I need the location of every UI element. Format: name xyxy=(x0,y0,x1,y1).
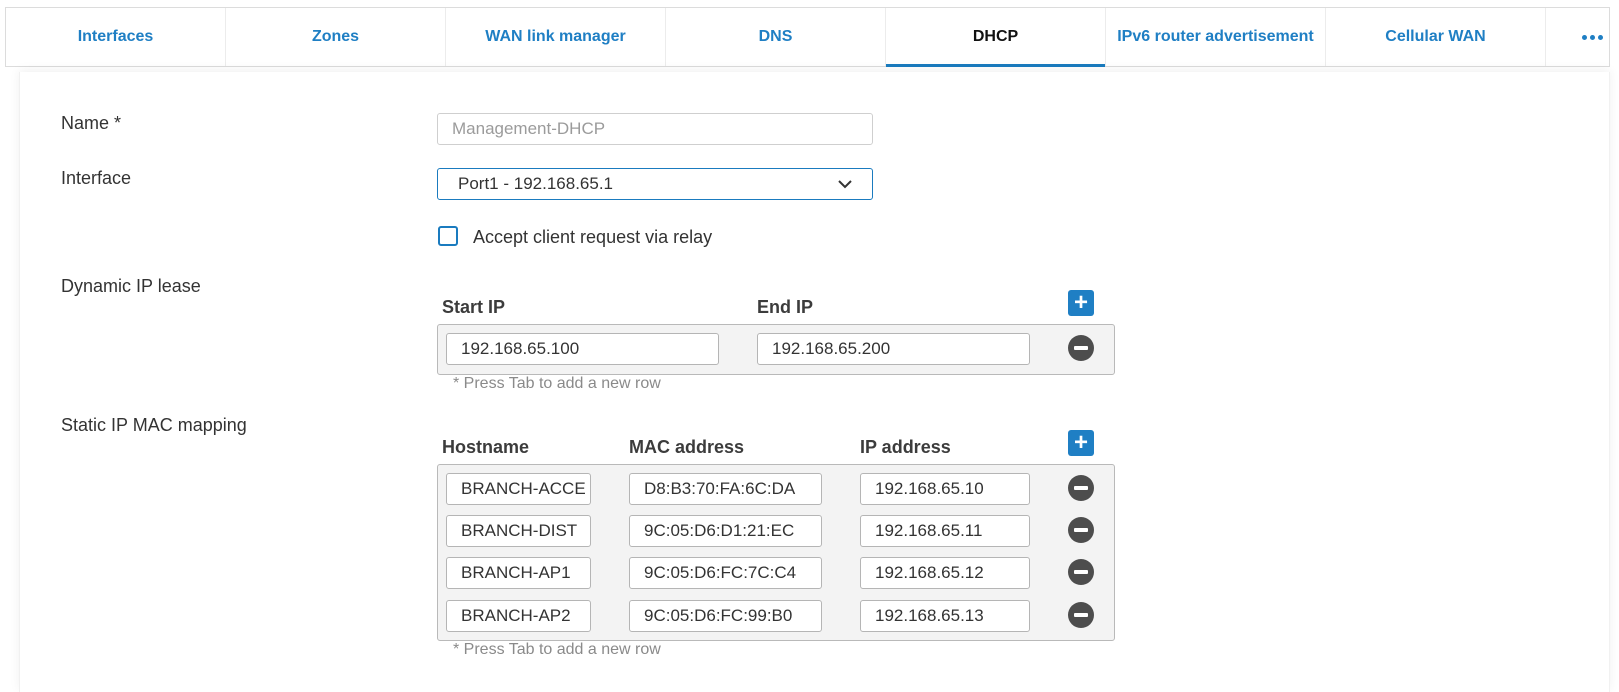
more-horizontal-icon xyxy=(1582,34,1603,40)
ip-address-field[interactable]: 192.168.65.11 xyxy=(860,515,1030,547)
interface-select-value: Port1 - 192.168.65.1 xyxy=(458,174,614,193)
mac-address-field[interactable]: 9C:05:D6:FC:7C:C4 xyxy=(629,557,822,589)
ip-address-field[interactable]: 192.168.65.12 xyxy=(860,557,1030,589)
hostname-header: Hostname xyxy=(442,437,530,457)
interface-label: Interface xyxy=(61,168,132,188)
name-field[interactable]: Management-DHCP xyxy=(437,113,873,145)
name-label: Name * xyxy=(61,113,122,133)
tab-dns[interactable]: DNS xyxy=(666,8,886,66)
hostname-field[interactable]: BRANCH-AP2 xyxy=(446,600,591,632)
more-tabs-button[interactable] xyxy=(1546,8,1619,66)
minus-icon xyxy=(1074,346,1088,350)
remove-mapping-row-button[interactable] xyxy=(1068,475,1094,501)
relay-label: Accept client request via relay xyxy=(473,227,713,247)
mapping-hint: * Press Tab to add a new row xyxy=(453,641,661,658)
hostname-field[interactable]: BRANCH-DIST xyxy=(446,515,591,547)
end-ip-field[interactable]: 192.168.65.200 xyxy=(757,333,1030,365)
remove-mapping-row-button[interactable] xyxy=(1068,559,1094,585)
tab-ipv6-router-advertisement[interactable]: IPv6 router advertisement xyxy=(1106,8,1326,66)
remove-lease-row-button[interactable] xyxy=(1068,335,1094,361)
dynamic-ip-lease-label: Dynamic IP lease xyxy=(61,276,201,296)
interface-select[interactable]: Port1 - 192.168.65.1 xyxy=(437,168,873,200)
add-lease-row-button[interactable]: + xyxy=(1068,290,1094,316)
mac-address-field[interactable]: 9C:05:D6:FC:99:B0 xyxy=(629,600,822,632)
start-ip-header: Start IP xyxy=(442,297,506,317)
tab-zones[interactable]: Zones xyxy=(226,8,446,66)
minus-icon xyxy=(1074,613,1088,617)
hostname-field[interactable]: BRANCH-AP1 xyxy=(446,557,591,589)
mac-address-field[interactable]: 9C:05:D6:D1:21:EC xyxy=(629,515,822,547)
plus-icon: + xyxy=(1073,429,1088,456)
ip-address-field[interactable]: 192.168.65.13 xyxy=(860,600,1030,632)
lease-hint: * Press Tab to add a new row xyxy=(453,375,661,392)
end-ip-header: End IP xyxy=(757,297,814,317)
ip-address-header: IP address xyxy=(860,437,951,457)
hostname-field[interactable]: BRANCH-ACCE xyxy=(446,473,591,505)
add-mapping-row-button[interactable]: + xyxy=(1068,430,1094,456)
mac-address-field[interactable]: D8:B3:70:FA:6C:DA xyxy=(629,473,822,505)
tab-dhcp[interactable]: DHCP xyxy=(886,8,1106,67)
mac-address-header: MAC address xyxy=(629,437,745,457)
minus-icon xyxy=(1074,486,1088,490)
plus-icon: + xyxy=(1073,289,1088,316)
chevron-down-icon xyxy=(838,179,852,188)
remove-mapping-row-button[interactable] xyxy=(1068,602,1094,628)
minus-icon xyxy=(1074,528,1088,532)
tab-bar: Interfaces Zones WAN link manager DNS DH… xyxy=(5,7,1610,67)
tab-cellular-wan[interactable]: Cellular WAN xyxy=(1326,8,1546,66)
tab-interfaces[interactable]: Interfaces xyxy=(6,8,226,66)
ip-address-field[interactable]: 192.168.65.10 xyxy=(860,473,1030,505)
relay-checkbox[interactable] xyxy=(438,226,458,246)
minus-icon xyxy=(1074,570,1088,574)
static-mapping-label: Static IP MAC mapping xyxy=(61,415,247,435)
remove-mapping-row-button[interactable] xyxy=(1068,517,1094,543)
start-ip-field[interactable]: 192.168.65.100 xyxy=(446,333,719,365)
tab-wan-link-manager[interactable]: WAN link manager xyxy=(446,8,666,66)
